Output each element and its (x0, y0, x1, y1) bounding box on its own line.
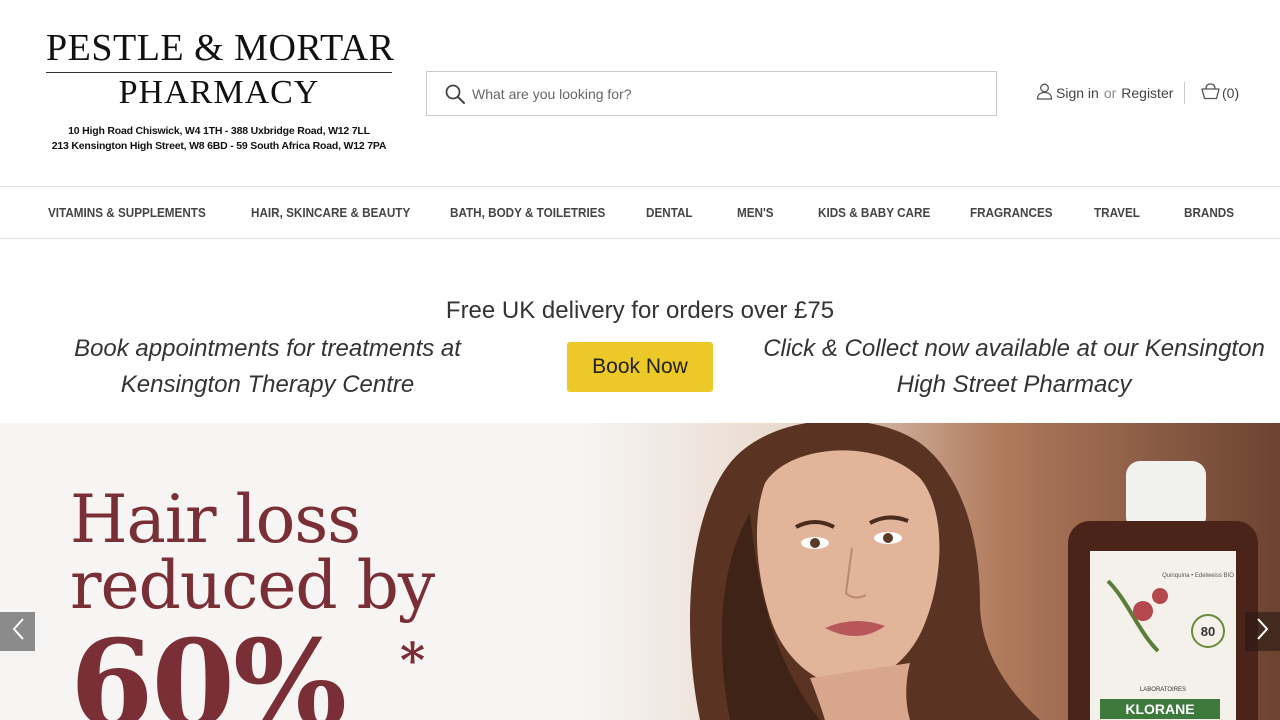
chevron-left-icon (11, 617, 25, 646)
hero-headline: Hair loss reduced by 60% * (70, 481, 435, 720)
hero-line-1: Hair loss (70, 481, 361, 558)
product-lab-text: LABORATOIRES (1140, 687, 1186, 693)
search-box[interactable] (426, 71, 997, 116)
product-bottle-image: 80 Quinquina • Edelweiss BIO LABORATOIRE… (1068, 461, 1258, 720)
free-delivery-banner: Free UK delivery for orders over £75 (445, 297, 835, 324)
logo-subtitle: PHARMACY (118, 74, 320, 111)
nav-item-mens[interactable]: MEN'S (737, 187, 774, 238)
nav-item-bath-body-toiletries[interactable]: BATH, BODY & TOILETRIES (450, 187, 605, 238)
product-badge-text: 80 (1201, 624, 1215, 639)
cart-count: (0) (1222, 85, 1240, 101)
click-collect-line-1: Click & Collect now available at our Ken… (763, 335, 1265, 362)
account-or-text: or (1103, 85, 1117, 101)
nav-item-fragrances[interactable]: FRAGRANCES (970, 187, 1053, 238)
site-header: PESTLE & MORTAR PHARMACY 10 High Road Ch… (0, 0, 1280, 186)
basket-icon (1201, 83, 1222, 103)
search-input[interactable] (472, 72, 982, 115)
register-link[interactable]: Register (1121, 85, 1173, 101)
account-links: Sign in or Register (1036, 82, 1173, 104)
logo-address-line-2: 213 Kensington High Street, W8 6BD - 59 … (51, 140, 387, 152)
carousel-next-button[interactable] (1245, 612, 1280, 651)
search-icon[interactable] (445, 84, 465, 104)
nav-item-hair-skincare-beauty[interactable]: HAIR, SKINCARE & BEAUTY (251, 187, 410, 238)
chevron-right-icon (1256, 617, 1270, 646)
click-collect-text: Click & Collect now available at our Ken… (754, 331, 1274, 403)
product-brand-text: KLORANE (1125, 701, 1194, 717)
main-navigation: VITAMINS & SUPPLEMENTS HAIR, SKINCARE & … (0, 186, 1280, 239)
sign-in-link[interactable]: Sign in (1056, 85, 1099, 101)
nav-item-vitamins-supplements[interactable]: VITAMINS & SUPPLEMENTS (48, 187, 206, 238)
header-divider (1184, 82, 1185, 104)
nav-item-travel[interactable]: TRAVEL (1094, 187, 1140, 238)
hero-banner[interactable]: 80 Quinquina • Edelweiss BIO LABORATOIRE… (0, 423, 1280, 720)
product-top-text: Quinquina • Edelweiss BIO (1162, 573, 1234, 579)
nav-item-dental[interactable]: DENTAL (646, 187, 693, 238)
store-logo[interactable]: PESTLE & MORTAR PHARMACY 10 High Road Ch… (44, 24, 396, 160)
logo-title: PESTLE & MORTAR (46, 27, 395, 69)
book-appointments-text: Book appointments for treatments at Kens… (40, 331, 495, 403)
user-icon[interactable] (1036, 83, 1056, 103)
model-image (690, 423, 1040, 720)
nav-item-brands[interactable]: BRANDS (1184, 187, 1234, 238)
book-appointments-line-2: Kensington Therapy Centre (120, 371, 415, 398)
logo-divider (46, 72, 392, 73)
nav-item-kids-baby-care[interactable]: KIDS & BABY CARE (818, 187, 930, 238)
hero-line-3: 60% (70, 614, 347, 720)
book-appointments-line-1: Book appointments for treatments at (74, 335, 461, 362)
click-collect-line-2: High Street Pharmacy (896, 371, 1132, 398)
logo-address-line-1: 10 High Road Chiswick, W4 1TH - 388 Uxbr… (68, 125, 370, 137)
hero-asterisk: * (400, 633, 426, 689)
book-now-button[interactable]: Book Now (567, 342, 713, 392)
hero-line-2: reduced by (70, 547, 435, 624)
cart-link[interactable]: (0) (1201, 82, 1239, 104)
carousel-prev-button[interactable] (0, 612, 35, 651)
